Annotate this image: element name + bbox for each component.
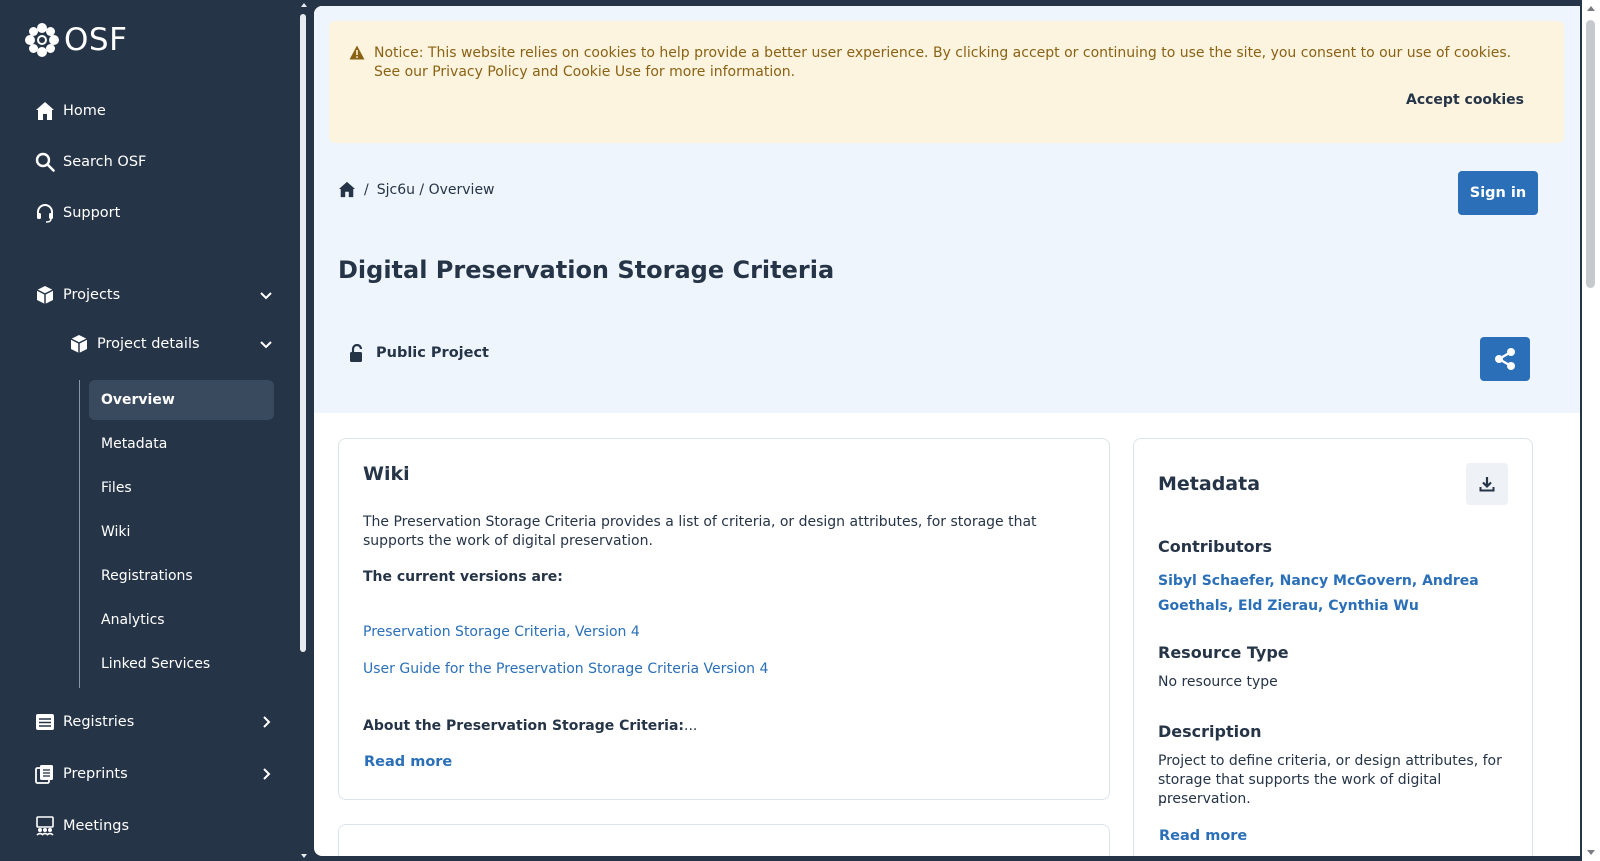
- logo-text: OSF: [64, 22, 128, 58]
- nav-search[interactable]: Search OSF: [34, 151, 146, 173]
- download-icon: [1479, 477, 1495, 492]
- wiki-description: The Preservation Storage Criteria provid…: [363, 514, 1037, 549]
- sidebar-scroll-thumb[interactable]: [300, 14, 306, 652]
- wiki-link-criteria[interactable]: Preservation Storage Criteria, Version 4: [363, 624, 640, 640]
- visibility-label: Public Project: [376, 345, 489, 361]
- sign-in-button[interactable]: Sign in: [1458, 171, 1538, 215]
- osf-logo-icon: [25, 23, 59, 57]
- search-icon: [34, 151, 56, 173]
- description-read-more-link[interactable]: Read more: [1159, 828, 1247, 844]
- wiki-link-user-guide[interactable]: User Guide for the Preservation Storage …: [363, 661, 768, 677]
- wiki-about-ellipsis: ...: [684, 718, 698, 734]
- subnav-files[interactable]: Files: [89, 468, 274, 508]
- cube-icon: [34, 284, 56, 306]
- meetings-icon: [34, 815, 56, 837]
- wiki-about-text: About the Preservation Storage Criteria:: [363, 718, 685, 734]
- nav-registries[interactable]: Registries: [34, 711, 271, 733]
- warning-icon: [349, 45, 365, 60]
- description-heading: Description: [1158, 722, 1262, 741]
- sidebar-scrollbar[interactable]: [299, 0, 309, 861]
- main-scroll-thumb[interactable]: [1586, 20, 1595, 288]
- cookie-banner: Notice: This website relies on cookies t…: [329, 21, 1564, 143]
- breadcrumb: / Sjc6u / Overview: [338, 181, 495, 198]
- home-icon: [34, 100, 56, 122]
- scroll-down-icon[interactable]: [301, 854, 307, 858]
- subnav-linked-services[interactable]: Linked Services: [89, 644, 274, 684]
- cube-icon: [68, 333, 90, 355]
- chevron-down-icon[interactable]: [258, 287, 274, 303]
- cookie-notice-text: Notice: This website relies on cookies t…: [374, 45, 1512, 80]
- main-scrollbar[interactable]: [1582, 0, 1600, 861]
- nav-search-label: Search OSF: [63, 154, 147, 170]
- nav-registries-label: Registries: [63, 714, 135, 730]
- visibility-status: Public Project: [349, 344, 489, 362]
- nav-preprints[interactable]: Preprints: [34, 763, 271, 785]
- nav-project-details[interactable]: Project details: [68, 333, 272, 355]
- nav-meetings-label: Meetings: [63, 818, 130, 834]
- nav-projects-label: Projects: [63, 287, 121, 303]
- contributors-heading: Contributors: [1158, 537, 1273, 556]
- nav-meetings[interactable]: Meetings: [34, 815, 129, 837]
- contributors-list[interactable]: Sibyl Schaefer, Nancy McGovern, Andrea G…: [1158, 569, 1518, 619]
- chevron-down-icon[interactable]: [258, 336, 274, 352]
- subnav-registrations[interactable]: Registrations: [89, 556, 274, 596]
- share-button[interactable]: [1480, 337, 1530, 381]
- scroll-up-icon[interactable]: [301, 3, 307, 7]
- resource-type-value: No resource type: [1158, 674, 1278, 690]
- nav-preprints-label: Preprints: [63, 766, 128, 782]
- nav-project-details-label: Project details: [97, 336, 200, 352]
- subnav-wiki[interactable]: Wiki: [89, 512, 274, 552]
- sidebar: OSF Home Search OSF Support Projects Pro…: [0, 0, 300, 861]
- subnav-metadata[interactable]: Metadata: [89, 424, 274, 464]
- wiki-versions-heading: The current versions are:: [363, 569, 563, 585]
- unlock-icon: [350, 344, 363, 362]
- nav-home[interactable]: Home: [34, 100, 106, 122]
- chevron-right-icon[interactable]: [258, 714, 274, 730]
- nav-projects[interactable]: Projects: [34, 284, 272, 306]
- headset-icon: [34, 202, 56, 224]
- nav-home-label: Home: [63, 103, 106, 119]
- page-title: Digital Preservation Storage Criteria: [338, 256, 835, 284]
- main-content: Notice: This website relies on cookies t…: [314, 6, 1580, 856]
- download-metadata-button[interactable]: [1466, 463, 1508, 505]
- wiki-title: Wiki: [363, 463, 410, 485]
- resource-type-heading: Resource Type: [1158, 643, 1289, 662]
- wiki-read-more-link[interactable]: Read more: [364, 754, 452, 770]
- osf-logo[interactable]: OSF: [24, 22, 127, 58]
- secondary-card: [338, 824, 1110, 856]
- home-icon[interactable]: [338, 181, 356, 198]
- registries-icon: [34, 711, 56, 733]
- share-icon: [1495, 348, 1515, 370]
- subnav-divider: [79, 380, 80, 688]
- wiki-about-heading: About the Preservation Storage Criteria:…: [363, 718, 697, 734]
- subnav-overview[interactable]: Overview: [89, 380, 274, 420]
- nav-support-label: Support: [63, 205, 121, 221]
- nav-support[interactable]: Support: [34, 202, 120, 224]
- scroll-up-icon[interactable]: [1587, 6, 1595, 11]
- breadcrumb-separator: /: [364, 181, 369, 198]
- metadata-card: Metadata Contributors Sibyl Schaefer, Na…: [1133, 438, 1533, 856]
- metadata-title: Metadata: [1158, 473, 1261, 495]
- breadcrumb-path[interactable]: Sjc6u / Overview: [377, 182, 495, 198]
- chevron-right-icon[interactable]: [258, 766, 274, 782]
- project-header: Notice: This website relies on cookies t…: [314, 6, 1580, 413]
- accept-cookies-button[interactable]: Accept cookies: [1406, 92, 1524, 108]
- description-ellipsis: ...: [1158, 791, 1172, 807]
- subnav-analytics[interactable]: Analytics: [89, 600, 274, 640]
- scroll-down-icon[interactable]: [1587, 850, 1595, 855]
- wiki-card: Wiki The Preservation Storage Criteria p…: [338, 438, 1110, 800]
- preprints-icon: [34, 763, 56, 785]
